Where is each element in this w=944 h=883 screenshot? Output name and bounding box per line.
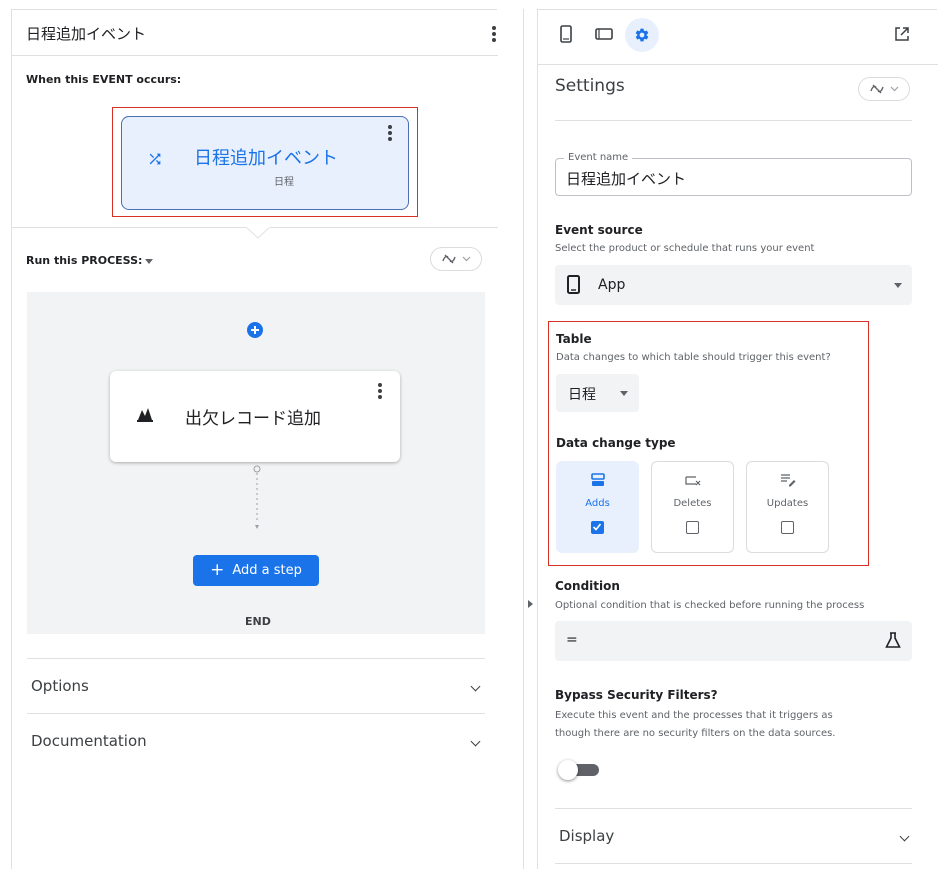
data-step-icon xyxy=(136,406,154,422)
plus-icon: + xyxy=(210,560,225,580)
event-card-title: 日程追加イベント xyxy=(194,148,338,169)
event-card[interactable]: 日程追加イベント 日程 xyxy=(121,116,409,210)
chevron-down-icon xyxy=(470,681,481,692)
add-step-button[interactable]: + Add a step xyxy=(193,555,319,586)
dropdown-arrow-icon xyxy=(894,283,902,288)
adds-label: Adds xyxy=(585,498,610,509)
row-delete-icon xyxy=(685,476,701,486)
step-connector xyxy=(252,465,262,533)
phone-icon[interactable] xyxy=(560,25,572,43)
event-name-label: Event name xyxy=(564,152,633,163)
data-change-title: Data change type xyxy=(556,436,676,450)
divider xyxy=(538,64,938,65)
tablet-icon[interactable] xyxy=(595,28,613,40)
run-process-dropdown-icon[interactable] xyxy=(145,259,153,264)
event-source-value: App xyxy=(598,277,626,293)
divider xyxy=(555,120,912,121)
bypass-title: Bypass Security Filters? xyxy=(555,688,718,702)
chevron-down-icon xyxy=(890,86,898,92)
unlink-toggle[interactable] xyxy=(858,77,910,101)
documentation-accordion[interactable]: Documentation xyxy=(27,713,485,768)
documentation-label: Documentation xyxy=(31,732,147,750)
event-highlight-box: 日程追加イベント 日程 xyxy=(112,107,418,217)
condition-desc: Optional condition that is checked befor… xyxy=(555,600,865,611)
link-off-icon xyxy=(441,254,456,264)
bypass-desc-line-2: though there are no security filters on … xyxy=(555,728,836,739)
condition-input[interactable]: = xyxy=(555,621,912,661)
condition-value: = xyxy=(566,632,578,648)
link-off-icon xyxy=(869,84,884,94)
deletes-label: Deletes xyxy=(673,498,712,509)
panel-more-icon[interactable] xyxy=(492,26,496,44)
collapse-arrow-icon[interactable] xyxy=(528,600,533,608)
phone-icon xyxy=(567,275,580,294)
add-circle-icon[interactable] xyxy=(246,321,264,339)
table-select[interactable]: 日程 xyxy=(556,374,639,412)
event-editor-panel: 日程追加イベント When this EVENT occurs: 日程追加イベン… xyxy=(11,9,498,869)
chevron-down-icon xyxy=(899,831,910,842)
event-name-field[interactable]: Event name 日程追加イベント xyxy=(555,152,912,196)
type-card-adds[interactable]: Adds xyxy=(556,461,639,553)
notch-pointer xyxy=(246,227,270,239)
process-step-title: 出欠レコード追加 xyxy=(185,409,321,429)
event-card-more-icon[interactable] xyxy=(388,125,392,143)
bypass-toggle-knob[interactable] xyxy=(558,760,578,780)
settings-panel: Settings Event name 日程追加イベント Event sourc… xyxy=(537,9,938,869)
process-step-card[interactable]: 出欠レコード追加 xyxy=(110,371,400,462)
chevron-down-icon xyxy=(470,736,481,747)
table-value: 日程 xyxy=(568,387,596,403)
table-desc: Data changes to which table should trigg… xyxy=(556,352,831,363)
event-source-title: Event source xyxy=(555,223,643,237)
type-card-updates[interactable]: Updates xyxy=(746,461,829,553)
flask-icon xyxy=(885,632,901,648)
settings-title: Settings xyxy=(555,76,625,96)
panel-splitter[interactable] xyxy=(523,9,524,869)
run-process-label: Run this PROCESS: xyxy=(26,254,143,267)
end-label: END xyxy=(245,615,271,628)
display-label: Display xyxy=(559,827,615,845)
adds-checkbox[interactable] xyxy=(591,521,604,534)
event-name-value: 日程追加イベント xyxy=(566,170,687,188)
divider xyxy=(12,55,498,56)
shuffle-icon xyxy=(146,151,164,167)
step-more-icon[interactable] xyxy=(378,383,382,401)
gear-icon xyxy=(635,28,649,42)
table-rows-icon xyxy=(591,473,605,486)
options-label: Options xyxy=(31,677,89,695)
bypass-desc-line-1: Execute this event and the processes tha… xyxy=(555,710,833,721)
event-source-select[interactable]: App xyxy=(555,265,912,305)
edit-note-icon xyxy=(781,474,796,487)
table-highlight-box: Table Data changes to which table should… xyxy=(548,321,869,566)
updates-checkbox[interactable] xyxy=(781,521,794,534)
open-new-window-icon[interactable] xyxy=(894,26,910,42)
table-title: Table xyxy=(556,332,592,346)
settings-tab[interactable] xyxy=(625,18,659,52)
add-step-label: Add a step xyxy=(232,563,302,578)
event-source-desc: Select the product or schedule that runs… xyxy=(555,243,815,254)
updates-label: Updates xyxy=(766,498,809,509)
display-accordion[interactable]: Display xyxy=(555,808,912,864)
unlink-toggle[interactable] xyxy=(430,247,482,271)
type-card-deletes[interactable]: Deletes xyxy=(651,461,734,553)
when-event-label: When this EVENT occurs: xyxy=(26,73,182,86)
condition-title: Condition xyxy=(555,579,620,593)
deletes-checkbox[interactable] xyxy=(686,521,699,534)
options-accordion[interactable]: Options xyxy=(27,658,485,713)
chevron-down-icon xyxy=(462,256,470,262)
panel-title: 日程追加イベント xyxy=(26,25,147,43)
event-card-subtitle: 日程 xyxy=(274,177,294,188)
dropdown-arrow-icon xyxy=(620,391,628,396)
